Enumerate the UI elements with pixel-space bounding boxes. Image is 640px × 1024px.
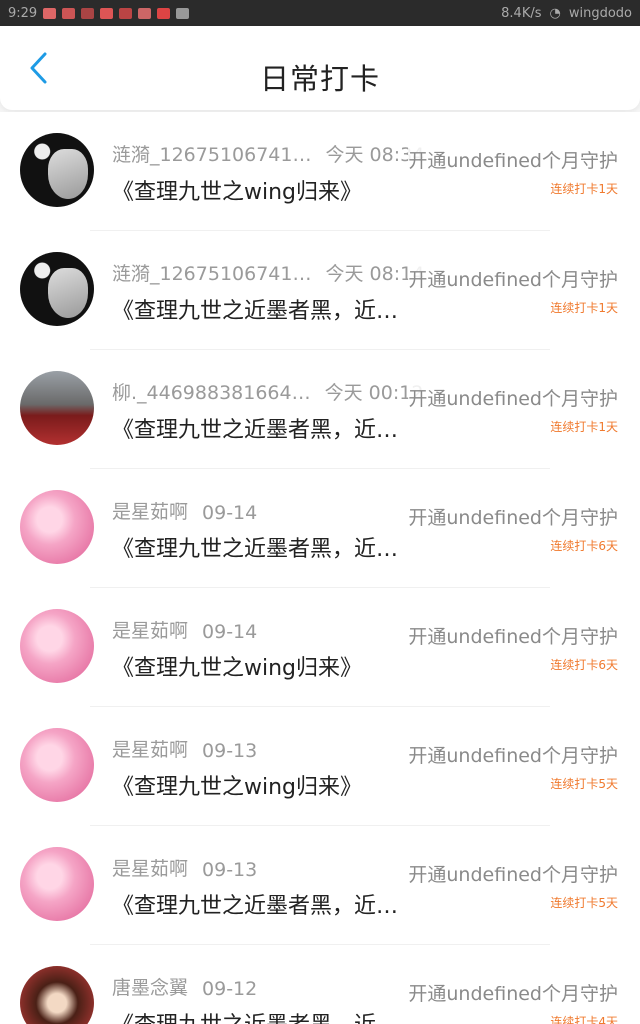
guard-status: 开通undefined个月守护 (408, 979, 618, 1006)
book-title[interactable]: 《查理九世之wing归来》 (112, 174, 362, 206)
book-title[interactable]: 《查理九世之wing归来》 (112, 769, 362, 801)
notification-icon (157, 7, 171, 19)
avatar[interactable] (20, 252, 94, 326)
avatar[interactable] (20, 133, 94, 207)
checkin-time: 09-12 (202, 978, 258, 1000)
user-line: 是星茹啊 09-13 (112, 735, 257, 762)
user-name[interactable]: 是星茹啊 (112, 497, 188, 524)
user-line: 涟漪_12675106741… 今天 08:14 (112, 259, 424, 286)
checkin-item[interactable]: 是星茹啊 09-14 《查理九世之wing归来》 开通undefined个月守护 … (0, 588, 640, 707)
checkin-item[interactable]: 涟漪_12675106741… 今天 08:34 《查理九世之wing归来》 开通… (0, 112, 640, 231)
guard-status: 开通undefined个月守护 (408, 503, 618, 530)
user-line: 是星茹啊 09-13 (112, 854, 257, 881)
user-line: 唐墨念翼 09-12 (112, 973, 257, 1000)
book-title[interactable]: 《查理九世之近墨者黑，近… (112, 1007, 398, 1024)
guard-status: 开通undefined个月守护 (408, 741, 618, 768)
guard-status: 开通undefined个月守护 (408, 860, 618, 887)
book-title[interactable]: 《查理九世之近墨者黑，近… (112, 888, 398, 920)
status-right: 8.4K/s ◔ wingdodo (501, 6, 632, 21)
streak-count: 连续打卡1天 (550, 420, 618, 434)
user-name[interactable]: 是星茹啊 (112, 616, 188, 643)
notification-icon (62, 7, 76, 19)
status-bar: 9:29 8.4K/s ◔ wingdodo (0, 0, 640, 26)
streak-count: 连续打卡1天 (550, 301, 618, 315)
streak-count: 连续打卡1天 (550, 182, 618, 196)
notification-icon (43, 7, 57, 19)
checkin-time: 09-14 (202, 621, 258, 643)
checkin-time: 09-13 (202, 740, 258, 762)
user-name[interactable]: 是星茹啊 (112, 854, 188, 881)
notification-icon (138, 7, 152, 19)
notification-icon (100, 7, 114, 19)
checkin-time: 09-13 (202, 859, 258, 881)
avatar[interactable] (20, 371, 94, 445)
user-name[interactable]: 涟漪_12675106741… (112, 140, 311, 167)
checkin-item[interactable]: 是星茹啊 09-13 《查理九世之近墨者黑，近… 开通undefined个月守护 … (0, 826, 640, 945)
user-name[interactable]: 涟漪_12675106741… (112, 259, 311, 286)
avatar[interactable] (20, 847, 94, 921)
notification-icon (119, 7, 133, 19)
notification-icons (43, 7, 190, 19)
checkin-list: 涟漪_12675106741… 今天 08:34 《查理九世之wing归来》 开通… (0, 112, 640, 1024)
book-title[interactable]: 《查理九世之近墨者黑，近… (112, 293, 398, 325)
streak-count: 连续打卡6天 (550, 658, 618, 672)
book-title[interactable]: 《查理九世之wing归来》 (112, 650, 362, 682)
wifi-icon: ◔ (549, 5, 561, 21)
avatar[interactable] (20, 966, 94, 1024)
checkin-item[interactable]: 是星茹啊 09-14 《查理九世之近墨者黑，近… 开通undefined个月守护 … (0, 469, 640, 588)
user-line: 柳._446988381664… 今天 00:12 (112, 378, 423, 405)
user-line: 是星茹啊 09-14 (112, 497, 257, 524)
book-title[interactable]: 《查理九世之近墨者黑，近… (112, 412, 398, 444)
user-name[interactable]: 唐墨念翼 (112, 973, 188, 1000)
avatar[interactable] (20, 609, 94, 683)
checkin-item[interactable]: 是星茹啊 09-13 《查理九世之wing归来》 开通undefined个月守护 … (0, 707, 640, 826)
avatar[interactable] (20, 728, 94, 802)
checkin-time: 09-14 (202, 502, 258, 524)
book-title[interactable]: 《查理九世之近墨者黑，近… (112, 531, 398, 563)
streak-count: 连续打卡5天 (550, 777, 618, 791)
user-line: 涟漪_12675106741… 今天 08:34 (112, 140, 424, 167)
notification-icon (176, 7, 190, 19)
guard-status: 开通undefined个月守护 (408, 622, 618, 649)
guard-status: 开通undefined个月守护 (408, 146, 618, 173)
status-time: 9:29 (8, 5, 38, 21)
wifi-name: wingdodo (568, 5, 632, 21)
user-name[interactable]: 柳._446988381664… (112, 378, 311, 405)
streak-count: 连续打卡6天 (550, 539, 618, 553)
page-title: 日常打卡 (259, 62, 380, 96)
guard-status: 开通undefined个月守护 (408, 384, 618, 411)
avatar[interactable] (20, 490, 94, 564)
checkin-item[interactable]: 涟漪_12675106741… 今天 08:14 《查理九世之近墨者黑，近… 开通… (0, 231, 640, 350)
streak-count: 连续打卡5天 (550, 896, 618, 910)
checkin-item[interactable]: 柳._446988381664… 今天 00:12 《查理九世之近墨者黑，近… 开… (0, 350, 640, 469)
user-name[interactable]: 是星茹啊 (112, 735, 188, 762)
notification-icon (81, 7, 95, 19)
net-speed: 8.4K/s (501, 5, 542, 21)
streak-count: 连续打卡4天 (550, 1015, 618, 1024)
guard-status: 开通undefined个月守护 (408, 265, 618, 292)
user-line: 是星茹啊 09-14 (112, 616, 257, 643)
status-left: 9:29 (8, 5, 190, 21)
header: 日常打卡 (0, 26, 640, 110)
checkin-item[interactable]: 唐墨念翼09-12 《查理九世之近墨者黑，近… 开通undefined个月守护 … (0, 945, 640, 1024)
